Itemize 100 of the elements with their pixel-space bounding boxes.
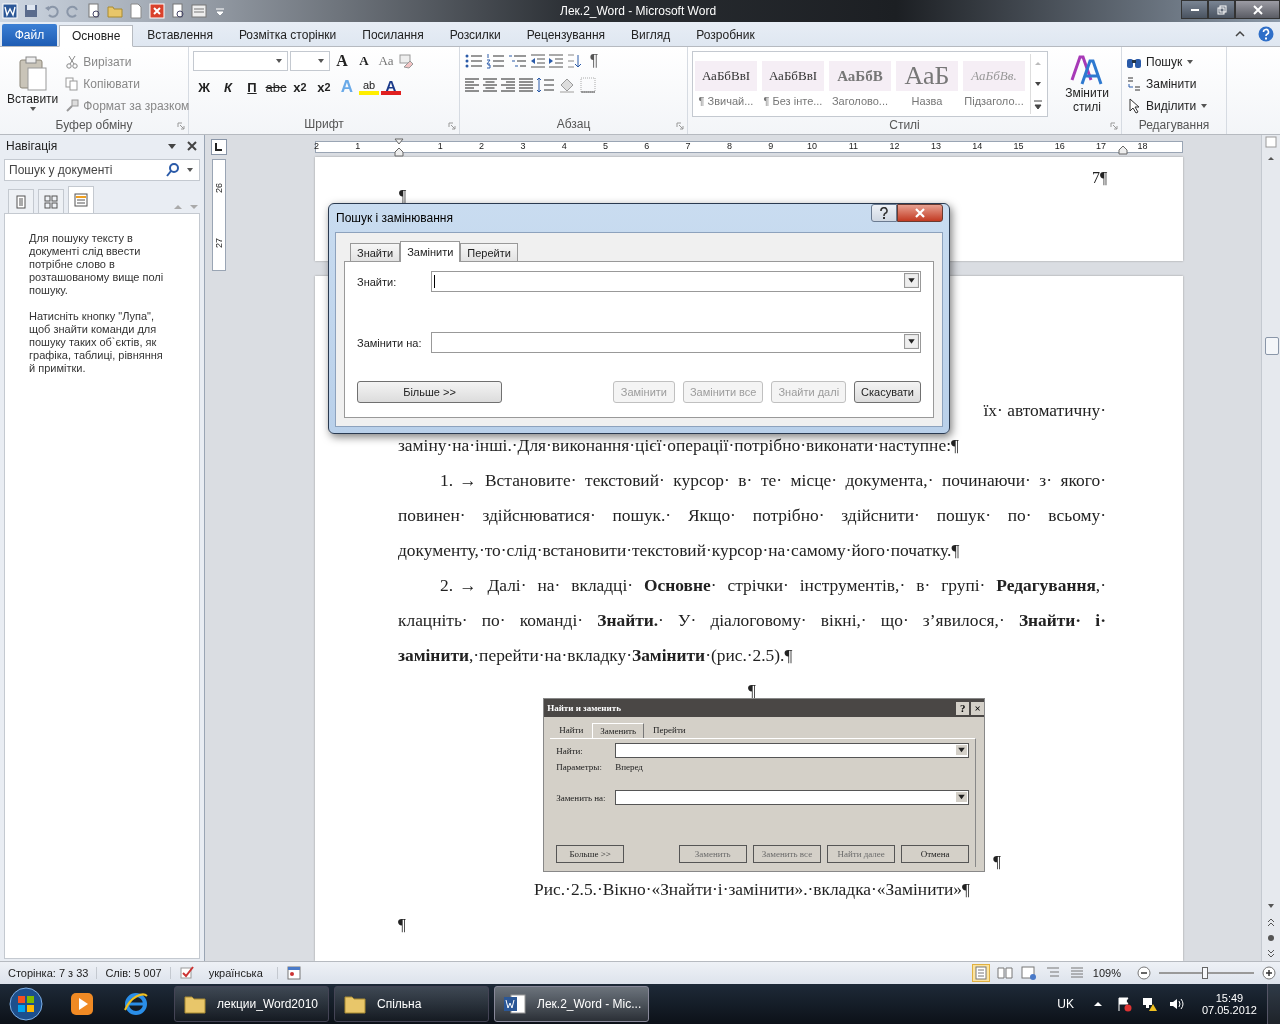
clock[interactable]: 15:49 07.05.2012 (1201, 992, 1257, 1016)
restore-button[interactable] (1208, 0, 1235, 19)
align-left-icon[interactable] (464, 77, 480, 93)
ribbon-tab[interactable]: Розробник (684, 24, 767, 46)
help-icon[interactable] (1258, 26, 1274, 42)
editing-command[interactable]: Пошук (1126, 51, 1222, 73)
zoom-out-icon[interactable] (1137, 966, 1151, 980)
close-icon[interactable] (186, 140, 198, 152)
ribbon-tab[interactable]: Розмітка сторінки (226, 24, 349, 46)
media-player-icon[interactable] (68, 990, 96, 1018)
navigation-view-tab[interactable] (38, 189, 64, 213)
eraser-icon[interactable] (398, 53, 414, 69)
shrink-font-button[interactable]: A (354, 51, 374, 71)
macro-recording-icon[interactable] (285, 965, 302, 981)
change-styles-button[interactable]: Змінити стилі (1054, 52, 1120, 116)
decrease-indent-icon[interactable] (530, 53, 546, 69)
file-tab[interactable]: Файл (2, 24, 57, 46)
navigation-view-tab[interactable] (68, 186, 94, 213)
navigation-view-tab[interactable] (8, 189, 34, 213)
dialog-tab[interactable]: Перейти (460, 243, 518, 261)
caret-icon[interactable] (186, 167, 194, 173)
change-case-button[interactable]: Aa (376, 51, 396, 71)
sort-icon[interactable] (566, 53, 582, 69)
dialog-launcher-icon[interactable] (1110, 122, 1118, 130)
volume-icon[interactable] (1167, 996, 1184, 1012)
bullets-icon[interactable] (464, 53, 484, 69)
vertical-scrollbar[interactable] (1261, 135, 1280, 961)
keyboard-language[interactable]: UK (1057, 997, 1074, 1011)
tab-caption: Заменить (592, 723, 645, 738)
line-spacing-icon[interactable] (536, 77, 556, 93)
word-count[interactable]: Слів: 5 007 (105, 967, 171, 979)
ruler-toggle-icon[interactable] (1264, 135, 1278, 149)
indent-marker-icon[interactable] (394, 138, 404, 158)
taskbar-window-button[interactable]: Лек.2_Word - Mic... (494, 986, 649, 1022)
font-style-button[interactable]: abc (265, 77, 287, 97)
close-document-icon[interactable] (149, 3, 165, 19)
help-button[interactable] (871, 204, 897, 222)
close-button[interactable] (897, 204, 943, 222)
find-field[interactable] (431, 271, 921, 292)
dialog-tab[interactable]: Знайти (350, 243, 401, 261)
clipboard-command[interactable]: Вирізати (65, 51, 190, 73)
print-preview-icon[interactable] (170, 3, 186, 19)
zoom-level[interactable]: 109% (1092, 967, 1129, 979)
grow-font-button[interactable]: A (332, 51, 352, 71)
dialog-tab[interactable]: Замінити (400, 241, 461, 262)
zoom-in-icon[interactable] (1262, 966, 1276, 980)
increase-indent-icon[interactable] (548, 53, 564, 69)
start-button-icon[interactable] (8, 986, 44, 1022)
search-field[interactable]: Пошук у документі (4, 159, 200, 181)
ribbon-tab[interactable]: Вставлення (135, 24, 225, 46)
align-center-icon[interactable] (482, 77, 498, 93)
page-count[interactable]: Сторінка: 7 з 33 (8, 967, 98, 979)
close-button[interactable] (1235, 0, 1280, 19)
slider-thumb[interactable] (1201, 967, 1208, 979)
numbering-icon[interactable] (486, 53, 506, 69)
dialog-button[interactable]: Скасувати (854, 381, 921, 403)
editing-command[interactable]: Замінити (1126, 73, 1222, 95)
new-document-icon[interactable] (128, 3, 144, 19)
dialog-launcher-icon[interactable] (676, 122, 684, 130)
minimize-button[interactable] (1181, 0, 1208, 19)
editing-command[interactable]: Виділити (1126, 95, 1222, 117)
more-button[interactable]: Більше >> (357, 381, 502, 403)
save-icon[interactable] (23, 3, 39, 19)
paste-button[interactable]: Вставити (4, 54, 62, 114)
show-formatting-button[interactable]: ¶ (584, 51, 604, 71)
taskbar-window-button[interactable]: лекции_Word2010 (174, 986, 329, 1022)
spelling-check-icon[interactable] (178, 965, 195, 981)
tab-selector-icon[interactable] (211, 139, 227, 155)
align-justify-icon[interactable] (518, 77, 534, 93)
dialog-launcher-icon[interactable] (177, 122, 185, 130)
language-indicator[interactable]: українська (208, 967, 278, 979)
group-label: Буфер обміну (54, 117, 134, 134)
multilevel-list-icon[interactable] (508, 53, 528, 69)
flag-icon[interactable] (1115, 996, 1132, 1012)
web-layout-icon[interactable] (1020, 965, 1037, 981)
form-icon[interactable] (191, 3, 207, 19)
replace-field[interactable] (431, 332, 921, 353)
ribbon-tab[interactable]: Рецензування (514, 24, 617, 46)
print-preview-icon[interactable] (86, 3, 102, 19)
browser-e-icon[interactable] (122, 990, 150, 1018)
font-style-button[interactable]: П (241, 77, 263, 97)
dialog-launcher-icon[interactable] (448, 122, 456, 130)
font-style-button[interactable]: К (217, 77, 239, 97)
scroll-thumb[interactable] (1265, 337, 1279, 355)
ribbon-tab[interactable]: Розсилки (437, 24, 513, 46)
clipboard-command[interactable]: Копіювати (65, 73, 190, 95)
align-right-icon[interactable] (500, 77, 516, 93)
word-logo-icon[interactable] (2, 3, 18, 19)
ribbon-tab[interactable]: Основне (59, 25, 134, 47)
taskbar-window-button[interactable]: Спільна (334, 986, 489, 1022)
network-icon[interactable] (1141, 996, 1158, 1012)
ribbon-tab[interactable]: Посилання (350, 24, 436, 46)
borders-icon[interactable] (580, 77, 596, 93)
ribbon-tab[interactable]: Вигляд (619, 24, 683, 46)
font-size-field[interactable] (290, 51, 330, 71)
highlight-button[interactable]: ab (359, 79, 379, 95)
reading-layout-icon[interactable] (996, 965, 1013, 981)
font-style-button[interactable]: Ж (193, 77, 215, 97)
font-name-field[interactable] (193, 51, 288, 71)
font-color-button[interactable]: A (381, 79, 401, 95)
